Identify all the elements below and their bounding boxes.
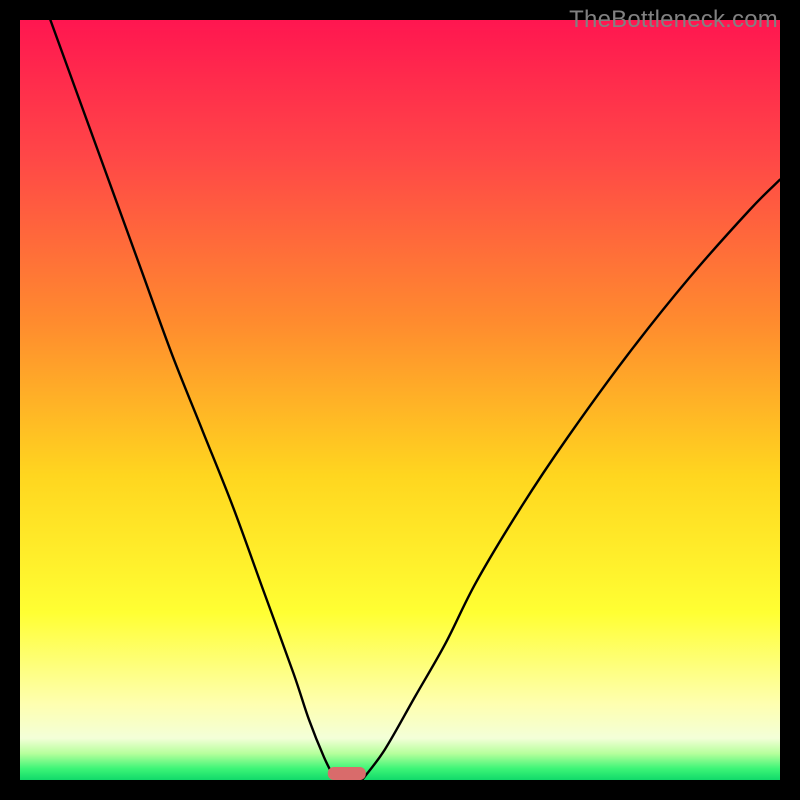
- chart-frame: TheBottleneck.com: [0, 0, 800, 800]
- chart-background: [20, 20, 780, 780]
- bottleneck-chart: [20, 20, 780, 780]
- optimal-marker: [328, 767, 366, 780]
- chart-svg: [20, 20, 780, 780]
- watermark-text: TheBottleneck.com: [569, 6, 778, 34]
